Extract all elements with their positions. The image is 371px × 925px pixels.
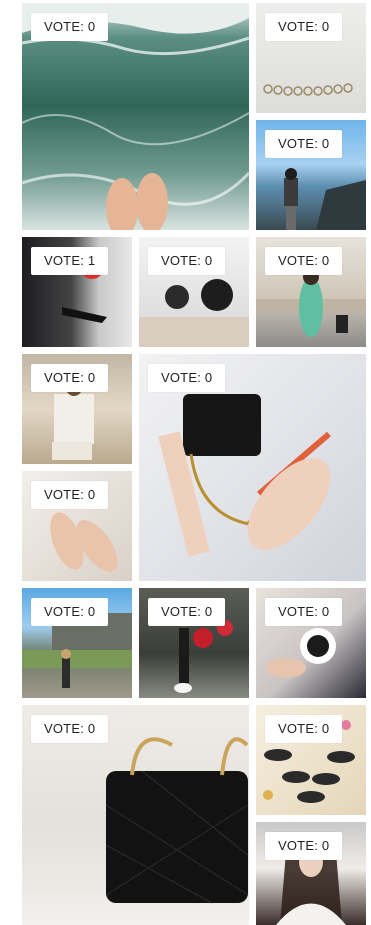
vote-button[interactable]: VOTE: 0: [265, 832, 343, 860]
photo-tile-watches[interactable]: VOTE: 0: [139, 237, 249, 347]
photo-tile-ocean-feet[interactable]: VOTE: 0: [22, 3, 249, 230]
vote-button[interactable]: VOTE: 0: [265, 247, 343, 275]
photo-tile-castle[interactable]: VOTE: 0: [22, 588, 132, 698]
vote-button[interactable]: VOTE: 1: [31, 247, 109, 275]
photo-tile-beach[interactable]: VOTE: 0: [22, 354, 132, 464]
vote-button[interactable]: VOTE: 0: [31, 481, 109, 509]
photo-tile-bracelet[interactable]: VOTE: 0: [256, 3, 366, 113]
photo-tile-bench[interactable]: VOTE: 0: [256, 237, 366, 347]
vote-button[interactable]: VOTE: 0: [31, 13, 109, 41]
vote-button[interactable]: VOTE: 0: [265, 715, 343, 743]
photo-tile-street[interactable]: VOTE: 1: [22, 237, 132, 347]
vote-button[interactable]: VOTE: 0: [265, 130, 343, 158]
vote-button[interactable]: VOTE: 0: [148, 598, 226, 626]
photo-tile-shoes[interactable]: VOTE: 0: [256, 705, 366, 815]
photo-tile-bag-sandals[interactable]: VOTE: 0: [139, 354, 366, 581]
vote-button[interactable]: VOTE: 0: [31, 364, 109, 392]
photo-tile-coffee[interactable]: VOTE: 0: [256, 588, 366, 698]
vote-button[interactable]: VOTE: 0: [265, 13, 343, 41]
vote-button[interactable]: VOTE: 0: [31, 598, 109, 626]
vote-button[interactable]: VOTE: 0: [148, 364, 226, 392]
photo-tile-portrait[interactable]: VOTE: 0: [256, 822, 366, 925]
photo-tile-chanel-tote[interactable]: VOTE: 0: [22, 705, 249, 925]
vote-button[interactable]: VOTE: 0: [265, 598, 343, 626]
photo-tile-coast[interactable]: VOTE: 0: [256, 120, 366, 230]
vote-button[interactable]: VOTE: 0: [31, 715, 109, 743]
photo-tile-feet[interactable]: VOTE: 0: [22, 471, 132, 581]
vote-button[interactable]: VOTE: 0: [148, 247, 226, 275]
photo-grid: VOTE: 0 VOTE: 0 VOTE: 0 VOTE: 1 VOTE: 0 …: [0, 0, 371, 925]
photo-tile-roses[interactable]: VOTE: 0: [139, 588, 249, 698]
